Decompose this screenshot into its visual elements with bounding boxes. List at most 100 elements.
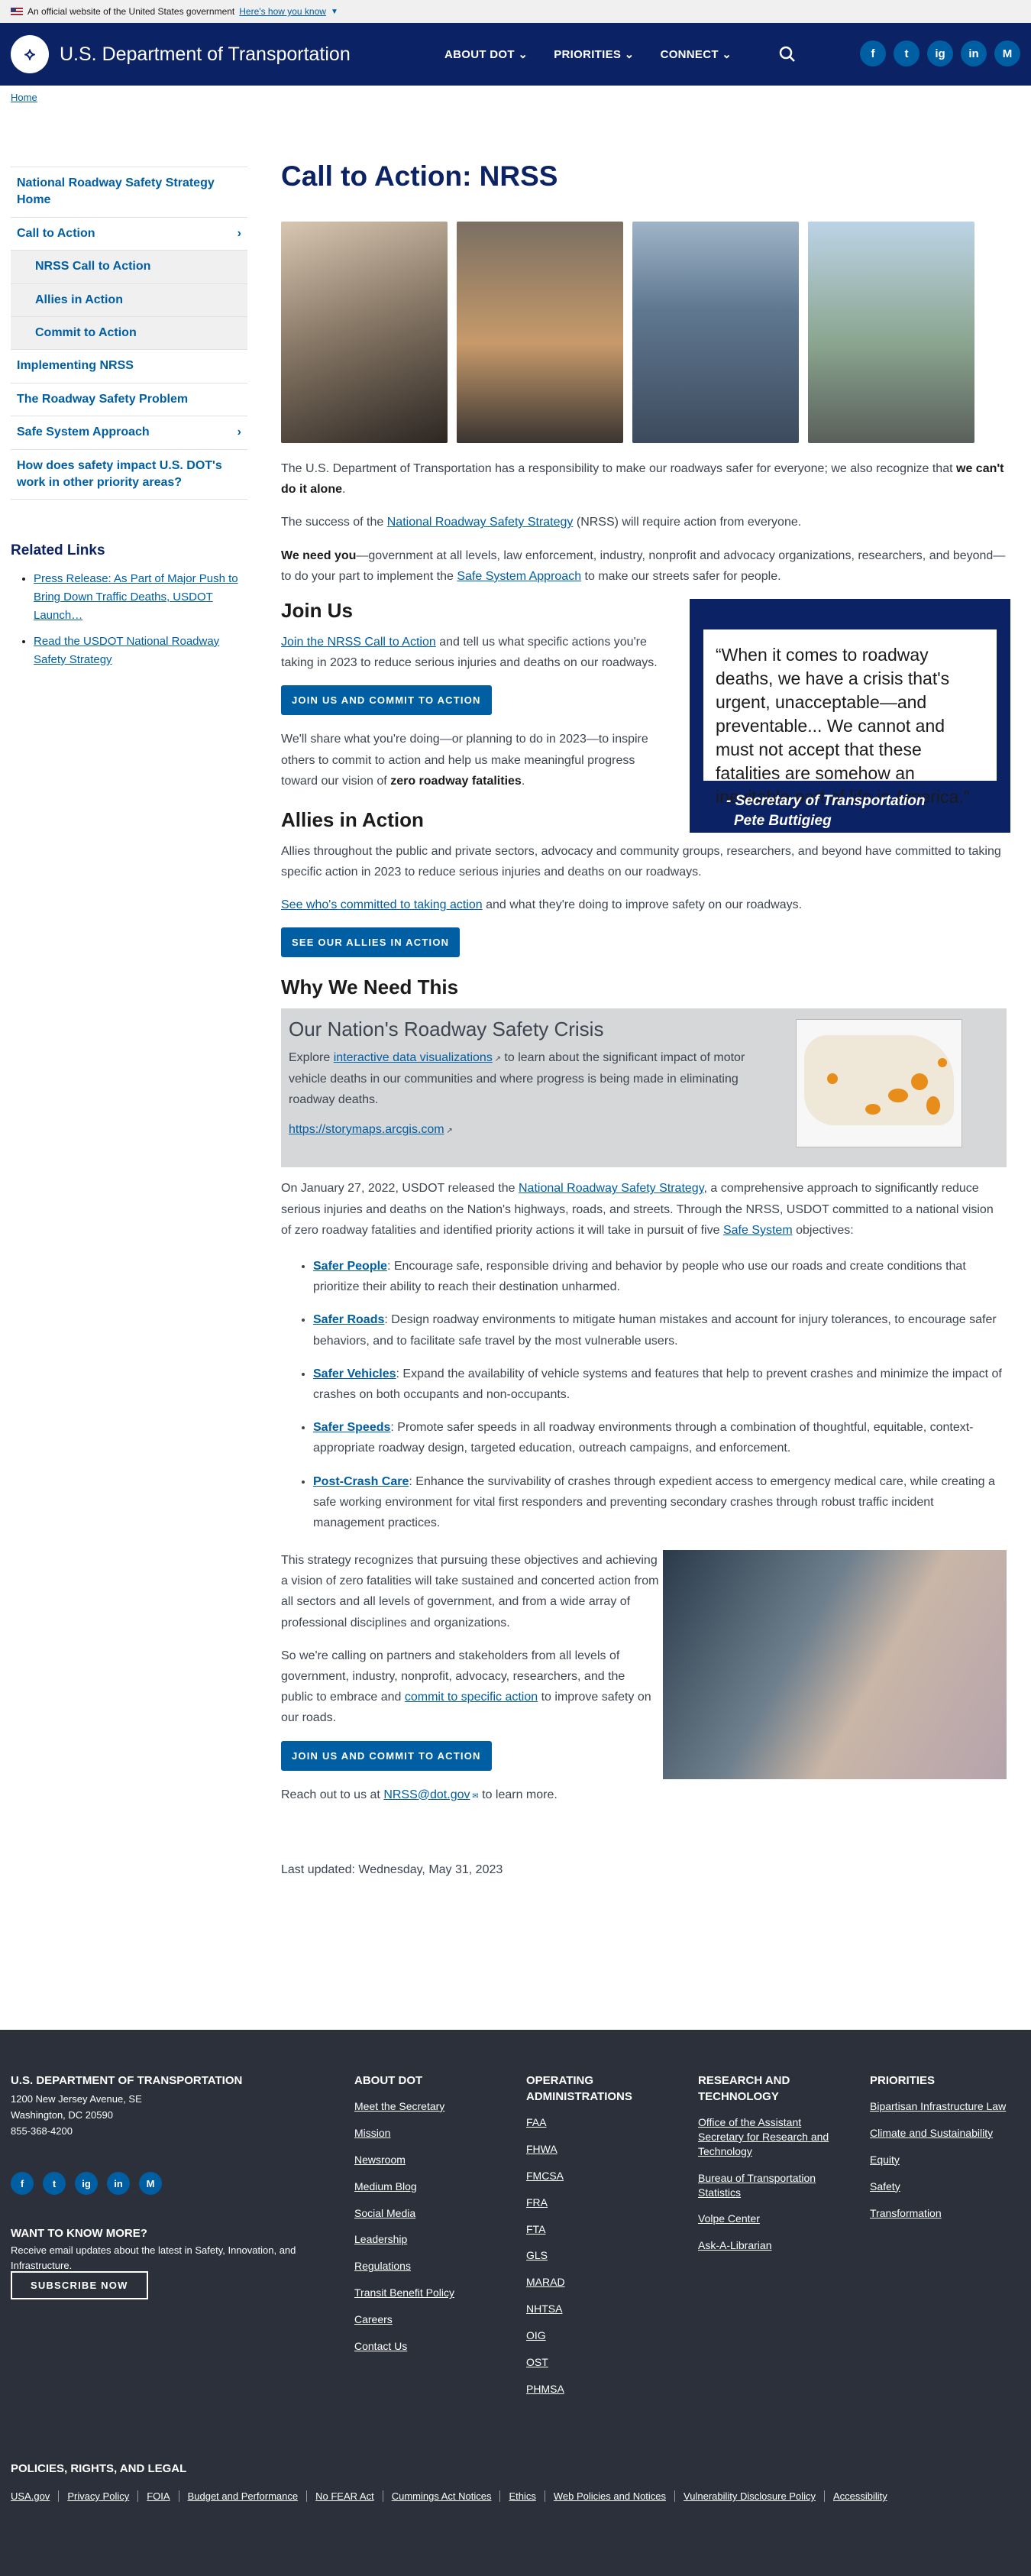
policy-link[interactable]: Ethics — [499, 2490, 544, 2502]
footer-link[interactable]: Climate and Sustainability — [870, 2126, 1023, 2141]
safe-system-link[interactable]: Safe System — [723, 1224, 793, 1237]
footer-link[interactable]: Contact Us — [354, 2339, 507, 2354]
safer-roads-link[interactable]: Safer Roads — [313, 1313, 384, 1326]
policy-link[interactable]: Cummings Act Notices — [382, 2490, 500, 2502]
join-nrss-link[interactable]: Join the NRSS Call to Action — [281, 636, 436, 649]
footer-link[interactable]: Volpe Center — [698, 2212, 843, 2226]
facebook-icon[interactable]: f — [860, 40, 886, 66]
footer-link[interactable]: PHMSA — [526, 2382, 679, 2396]
footer-link[interactable]: FMCSA — [526, 2169, 679, 2183]
sidenav-item-allies-in-action[interactable]: Allies in Action — [11, 283, 247, 316]
safe-system-approach-link[interactable]: Safe System Approach — [457, 570, 581, 583]
post-crash-care-link[interactable]: Post-Crash Care — [313, 1475, 409, 1488]
join-commit-button-2[interactable]: JOIN US AND COMMIT TO ACTION — [281, 1740, 492, 1771]
policy-link[interactable]: No FEAR Act — [306, 2490, 383, 2502]
footer-col-title: RESEARCH AND TECHNOLOGY — [698, 2074, 790, 2103]
footer-link[interactable]: NHTSA — [526, 2302, 679, 2316]
policy-link[interactable]: Budget and Performance — [178, 2490, 307, 2502]
instagram-icon[interactable]: ig — [927, 40, 953, 66]
school-children-photo — [632, 222, 799, 443]
dot-logo-icon[interactable]: ⟡ — [11, 35, 49, 73]
safer-vehicles-link[interactable]: Safer Vehicles — [313, 1367, 396, 1380]
see-allies-button[interactable]: SEE OUR ALLIES IN ACTION — [281, 927, 461, 958]
footer-link[interactable]: OST — [526, 2355, 679, 2370]
footer-link[interactable]: Social Media — [354, 2206, 507, 2221]
footer-link[interactable]: Bureau of Transportation Statistics — [698, 2171, 843, 2200]
footer-link[interactable]: Office of the Assistant Secretary for Re… — [698, 2115, 843, 2159]
footer-org-name: U.S. DEPARTMENT OF TRANSPORTATION — [11, 2074, 243, 2087]
footer-col-operating-admins: OPERATING ADMINISTRATIONS FAA FHWA FMCSA… — [526, 2073, 679, 2409]
nav-priorities[interactable]: PRIORITIES ⌄ — [554, 47, 634, 61]
footer-link[interactable]: Mission — [354, 2126, 507, 2141]
footer-link[interactable]: FAA — [526, 2115, 679, 2130]
footer-link[interactable]: Safety — [870, 2180, 1023, 2194]
linkedin-icon[interactable]: in — [961, 40, 987, 66]
sidenav-item-nrss-call-to-action[interactable]: NRSS Call to Action — [11, 250, 247, 283]
breadcrumb-home[interactable]: Home — [11, 92, 37, 103]
footer-link[interactable]: Newsroom — [354, 2153, 507, 2167]
medium-icon[interactable]: M — [139, 2172, 162, 2195]
list-item: Safer Roads: Design roadway environments… — [313, 1309, 1007, 1351]
subscribe-button[interactable]: SUBSCRIBE NOW — [11, 2271, 148, 2299]
site-name[interactable]: U.S. Department of Transportation — [60, 44, 351, 66]
linkedin-icon[interactable]: in — [107, 2172, 130, 2195]
commit-specific-action-link[interactable]: commit to specific action — [405, 1691, 538, 1704]
footer-link[interactable]: Careers — [354, 2312, 507, 2327]
policy-link[interactable]: FOIA — [137, 2490, 178, 2502]
side-nav: National Roadway Safety Strategy Home Ca… — [11, 167, 247, 500]
sidenav-item-implementing-nrss[interactable]: Implementing NRSS — [11, 349, 247, 382]
footer-link[interactable]: Leadership — [354, 2232, 507, 2247]
intro-paragraph-3: We need you—government at all levels, la… — [281, 549, 1006, 583]
footer-link[interactable]: Equity — [870, 2153, 1023, 2167]
policy-link[interactable]: Accessibility — [823, 2490, 896, 2502]
footer-link[interactable]: FTA — [526, 2222, 679, 2237]
nrss-email-link[interactable]: NRSS@dot.gov — [383, 1788, 470, 1801]
policy-link[interactable]: Vulnerability Disclosure Policy — [674, 2490, 824, 2502]
twitter-icon[interactable]: t — [894, 40, 919, 66]
safer-people-link[interactable]: Safer People — [313, 1260, 387, 1273]
footer-link[interactable]: OIG — [526, 2328, 679, 2343]
instagram-icon[interactable]: ig — [75, 2172, 98, 2195]
footer-link[interactable]: FHWA — [526, 2142, 679, 2157]
policy-link[interactable]: Web Policies and Notices — [544, 2490, 674, 2502]
crash-map-thumbnail[interactable] — [796, 1019, 962, 1148]
data-visualizations-link[interactable]: interactive data visualizations — [334, 1051, 493, 1064]
related-link-read-nrss[interactable]: Read the USDOT National Roadway Safety S… — [34, 635, 219, 666]
nav-about-dot[interactable]: ABOUT DOT ⌄ — [444, 47, 528, 61]
footer-link[interactable]: MARAD — [526, 2275, 679, 2290]
footer-link[interactable]: Medium Blog — [354, 2180, 507, 2194]
join-commit-button[interactable]: JOIN US AND COMMIT TO ACTION — [281, 685, 492, 716]
sidenav-item-safe-system-approach[interactable]: Safe System Approach › — [11, 416, 247, 448]
sidenav-item-safety-impact[interactable]: How does safety impact U.S. DOT's work i… — [11, 448, 247, 500]
see-committed-link[interactable]: See who's committed to taking action — [281, 898, 483, 911]
facebook-icon[interactable]: f — [11, 2172, 34, 2195]
nrss-link[interactable]: National Roadway Safety Strategy — [387, 516, 574, 529]
sidenav-item-roadway-safety-problem[interactable]: The Roadway Safety Problem — [11, 382, 247, 416]
policy-link[interactable]: USA.gov — [11, 2490, 58, 2502]
safer-speeds-link[interactable]: Safer Speeds — [313, 1421, 390, 1434]
footer-link[interactable]: Regulations — [354, 2259, 507, 2273]
footer-link[interactable]: Ask-A-Librarian — [698, 2238, 843, 2253]
footer-link[interactable]: Bipartisan Infrastructure Law — [870, 2099, 1023, 2114]
sidenav-item-commit-to-action[interactable]: Commit to Action — [11, 316, 247, 350]
allies-paragraph-1: Allies throughout the public and private… — [281, 844, 1001, 879]
heres-how-link[interactable]: Here's how you know — [239, 6, 326, 17]
related-link-press-release[interactable]: Press Release: As Part of Major Push to … — [34, 572, 238, 622]
footer-link[interactable]: Transit Benefit Policy — [354, 2286, 507, 2300]
footer-link[interactable]: FRA — [526, 2196, 679, 2210]
footer-link[interactable]: GLS — [526, 2248, 679, 2263]
nav-connect[interactable]: CONNECT ⌄ — [661, 47, 732, 61]
sidenav-item-nrss-home[interactable]: National Roadway Safety Strategy Home — [11, 167, 247, 217]
policy-link[interactable]: Privacy Policy — [58, 2490, 137, 2502]
search-icon[interactable] — [779, 46, 796, 63]
closing-paragraph-2: So we're calling on partners and stakeho… — [281, 1649, 651, 1725]
chevron-right-icon: › — [237, 226, 241, 240]
footer-link[interactable]: Transformation — [870, 2206, 1023, 2221]
sidenav-item-call-to-action[interactable]: Call to Action › — [11, 216, 247, 250]
storymaps-link[interactable]: https://storymaps.arcgis.com — [289, 1123, 444, 1136]
medium-icon[interactable]: M — [994, 40, 1020, 66]
nrss-link-2[interactable]: National Roadway Safety Strategy — [519, 1182, 704, 1195]
footer-link[interactable]: Meet the Secretary — [354, 2099, 507, 2114]
twitter-icon[interactable]: t — [43, 2172, 66, 2195]
intro-paragraph-1: The U.S. Department of Transportation ha… — [281, 462, 1004, 497]
